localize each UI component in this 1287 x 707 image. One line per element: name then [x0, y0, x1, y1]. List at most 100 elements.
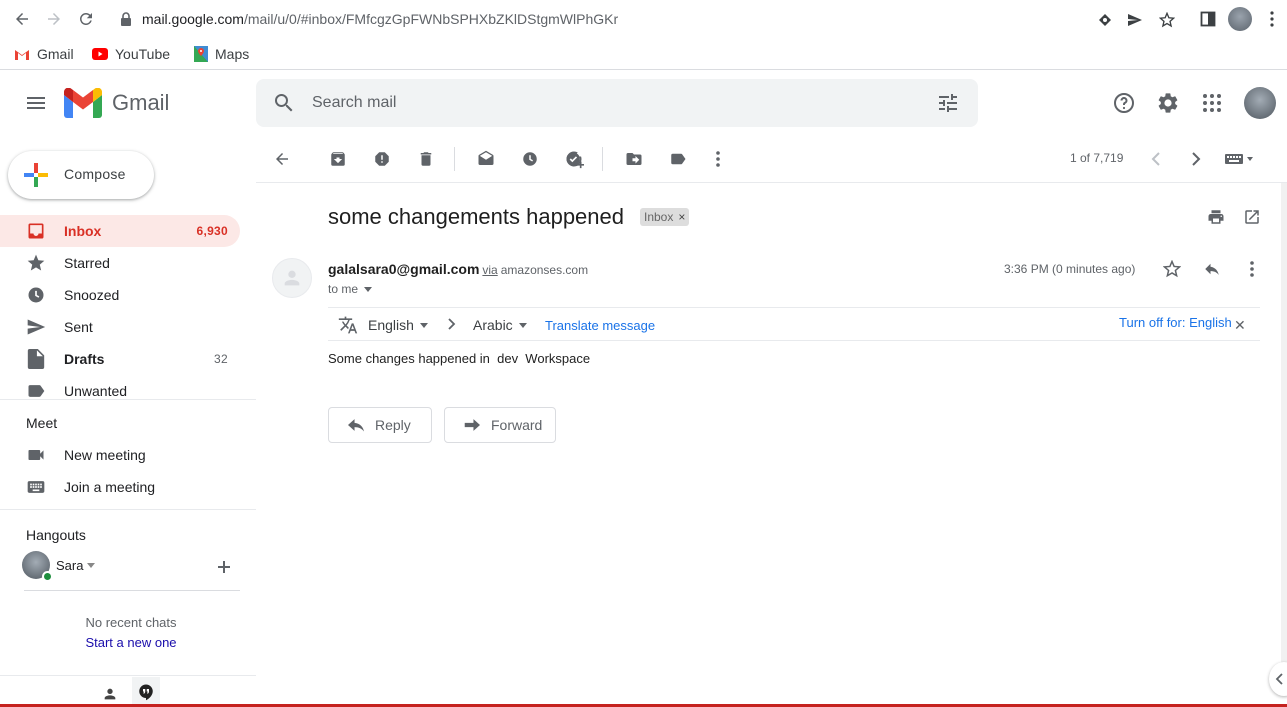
- sidebar-item-inbox[interactable]: Inbox 6,930: [0, 215, 240, 247]
- remove-label-icon[interactable]: ×: [678, 210, 685, 224]
- translate-message-link[interactable]: Translate message: [545, 318, 655, 333]
- account-avatar[interactable]: [1244, 87, 1276, 119]
- chevron-down-icon[interactable]: [364, 286, 373, 292]
- join-meeting-item[interactable]: Join a meeting: [0, 471, 240, 503]
- profile-avatar[interactable]: [1228, 7, 1252, 31]
- star-icon: [26, 253, 46, 273]
- forward-arrow-icon[interactable]: [42, 7, 66, 31]
- snooze-clock-icon[interactable]: [518, 147, 542, 171]
- reply-button[interactable]: Reply: [328, 407, 432, 443]
- video-camera-icon: [26, 445, 46, 465]
- sender-email[interactable]: galalsara0@gmail.com: [328, 261, 479, 277]
- hangouts-chat-icon[interactable]: [132, 677, 160, 707]
- label-icon: [26, 381, 46, 399]
- close-icon[interactable]: ✕: [1234, 317, 1246, 334]
- sidebar-item-unwanted[interactable]: Unwanted: [0, 375, 240, 399]
- message-toolbar: 1 of 7,719: [256, 135, 1287, 183]
- email-body: Some changes happened in dev Workspace: [328, 351, 591, 366]
- move-to-icon[interactable]: [622, 147, 646, 171]
- inbox-label-chip[interactable]: Inbox ×: [640, 208, 690, 226]
- back-to-inbox-icon[interactable]: [270, 147, 294, 171]
- message-more-icon[interactable]: [1242, 259, 1262, 279]
- compose-plus-icon: [24, 163, 48, 187]
- app-name: Gmail: [112, 90, 170, 115]
- search-bar: [256, 79, 978, 127]
- translate-icon: [338, 315, 358, 335]
- sender-avatar[interactable]: [272, 258, 312, 298]
- help-icon[interactable]: [1112, 91, 1136, 115]
- source-language-dropdown[interactable]: English: [368, 317, 428, 333]
- reload-icon[interactable]: [74, 7, 98, 31]
- hangouts-user[interactable]: Sara: [22, 551, 96, 582]
- compose-button[interactable]: Compose: [8, 151, 154, 199]
- bookmark-youtube[interactable]: YouTube: [92, 44, 170, 64]
- inbox-icon: [26, 221, 46, 241]
- mark-unread-icon[interactable]: [474, 147, 498, 171]
- apps-grid-icon[interactable]: [1200, 91, 1224, 115]
- more-options-icon[interactable]: [706, 147, 730, 171]
- settings-gear-icon[interactable]: [1156, 91, 1180, 115]
- chrome-menu-icon[interactable]: [1260, 7, 1284, 31]
- search-options-icon[interactable]: [936, 91, 960, 115]
- main-menu-icon[interactable]: [24, 91, 48, 115]
- draft-icon: [26, 349, 46, 369]
- avatar: [22, 551, 53, 582]
- star-message-icon[interactable]: [1162, 259, 1182, 279]
- address-bar[interactable]: mail.google.com/mail/u/0/#inbox/FMfcgzGp…: [108, 4, 1190, 34]
- target-language-dropdown[interactable]: Arabic: [473, 317, 527, 333]
- sidebar: Compose Inbox 6,930 Starred Snoozed Sent…: [0, 135, 256, 707]
- bookmark-star-icon[interactable]: [1158, 11, 1176, 29]
- sidebar-divider: [0, 399, 256, 400]
- contacts-person-icon[interactable]: [98, 682, 122, 706]
- add-task-icon[interactable]: [562, 147, 586, 171]
- url-text: mail.google.com/mail/u/0/#inbox/FMfcgzGp…: [142, 11, 619, 27]
- maps-icon: [194, 46, 208, 62]
- search-input[interactable]: [312, 79, 912, 127]
- start-new-chat-link[interactable]: Start a new one: [0, 635, 262, 650]
- chevron-right-icon: [448, 317, 456, 331]
- hangouts-bottom-bar: [0, 675, 256, 707]
- inbox-count: 6,930: [196, 224, 228, 238]
- new-meeting-item[interactable]: New meeting: [0, 439, 240, 471]
- message-time: 3:36 PM (0 minutes ago): [1004, 262, 1136, 276]
- gmail-logo[interactable]: Gmail: [64, 88, 169, 118]
- turn-off-translation-link[interactable]: Turn off for: English: [1119, 315, 1232, 330]
- forward-button[interactable]: Forward: [444, 407, 556, 443]
- sidebar-item-snoozed[interactable]: Snoozed: [0, 279, 240, 311]
- print-icon[interactable]: [1206, 207, 1226, 227]
- report-spam-icon[interactable]: [370, 147, 394, 171]
- online-status-icon: [42, 571, 53, 582]
- chevron-down-icon: [87, 562, 96, 568]
- sidebar-item-sent[interactable]: Sent: [0, 311, 240, 343]
- drafts-count: 32: [214, 352, 228, 366]
- label-tag-icon[interactable]: [666, 147, 690, 171]
- add-chat-icon[interactable]: [216, 559, 232, 575]
- recipient-details[interactable]: to me: [328, 282, 373, 296]
- via-link[interactable]: via: [482, 263, 497, 277]
- archive-icon[interactable]: [326, 147, 350, 171]
- keyboard-icon: [26, 477, 46, 497]
- delete-trash-icon[interactable]: [414, 147, 438, 171]
- scrollbar[interactable]: [1281, 183, 1287, 663]
- sidebar-item-starred[interactable]: Starred: [0, 247, 240, 279]
- back-arrow-icon[interactable]: [10, 7, 34, 31]
- meet-section-title: Meet: [26, 415, 58, 431]
- side-panel-icon[interactable]: [1196, 7, 1220, 31]
- search-icon[interactable]: [272, 91, 296, 115]
- reply-icon[interactable]: [1202, 259, 1222, 279]
- bookmark-gmail[interactable]: Gmail: [14, 44, 74, 64]
- bookmark-maps[interactable]: Maps: [194, 44, 249, 64]
- pagination-count: 1 of 7,719: [1070, 151, 1124, 165]
- no-recent-chats-text: No recent chats: [85, 615, 177, 630]
- share-icon[interactable]: [1126, 11, 1144, 29]
- open-in-new-window-icon[interactable]: [1242, 207, 1262, 227]
- older-chevron-right-icon[interactable]: [1184, 147, 1208, 171]
- side-panel-toggle[interactable]: [1269, 662, 1287, 696]
- sidebar-item-drafts[interactable]: Drafts 32: [0, 343, 240, 375]
- hangouts-section-title: Hangouts: [26, 527, 86, 543]
- bookmarks-bar: Gmail YouTube Maps: [0, 38, 1287, 70]
- extension-icon[interactable]: [1096, 11, 1114, 29]
- newer-chevron-left-icon[interactable]: [1144, 147, 1168, 171]
- input-tools-keyboard-icon[interactable]: [1222, 147, 1258, 171]
- via-domain: amazonses.com: [500, 263, 589, 277]
